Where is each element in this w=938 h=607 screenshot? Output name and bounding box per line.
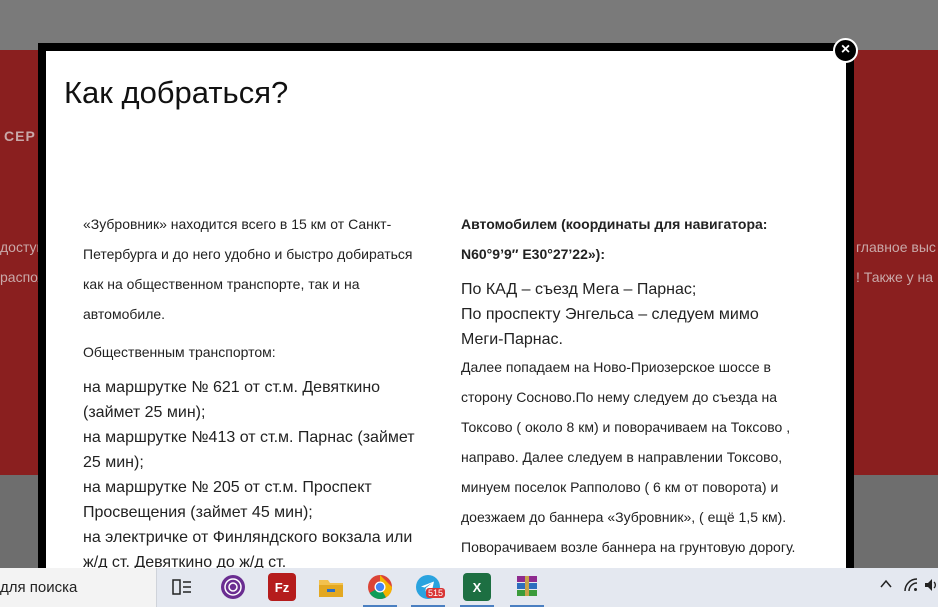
- taskbar-search-box[interactable]: для поиска: [0, 568, 157, 607]
- modal-content: Как добраться? «Зубровник» находится все…: [46, 51, 846, 583]
- route-item: на маршрутке №413 от ст.м. Парнас (займе…: [83, 429, 415, 471]
- file-explorer-icon[interactable]: [317, 573, 345, 601]
- background-text-right-1: главное выс: [856, 239, 936, 255]
- windows-taskbar: для поиска Fz 515 X: [0, 568, 938, 607]
- route-item: на маршрутке № 205 от ст.м. Проспект Про…: [83, 479, 372, 521]
- wifi-icon[interactable]: [903, 577, 919, 597]
- tor-browser-icon[interactable]: [219, 573, 247, 601]
- modal-title: Как добраться?: [64, 75, 289, 110]
- task-view-icon[interactable]: [168, 573, 196, 601]
- chrome-icon[interactable]: [366, 573, 394, 601]
- car-directions-column: Автомобилем (координаты для навигатора: …: [461, 209, 797, 562]
- car-directions-text: Далее попадаем на Ново-Приозерское шоссе…: [461, 359, 796, 555]
- car-heading: Автомобилем (координаты для навигатора: …: [461, 216, 768, 262]
- volume-icon[interactable]: [924, 577, 938, 597]
- close-button[interactable]: ×: [833, 38, 858, 63]
- winrar-icon[interactable]: [513, 573, 541, 601]
- public-transport-column: «Зубровник» находится всего в 15 км от С…: [83, 209, 419, 575]
- background-section-label: СЕР: [4, 128, 36, 144]
- route-item: на маршрутке № 621 от ст.м. Девяткино (з…: [83, 379, 381, 421]
- intro-text: «Зубровник» находится всего в 15 км от С…: [83, 216, 413, 322]
- transport-heading: Общественным транспортом:: [83, 344, 276, 360]
- excel-icon[interactable]: X: [463, 573, 491, 601]
- filezilla-icon[interactable]: Fz: [268, 573, 296, 601]
- chevron-up-icon[interactable]: [879, 577, 893, 595]
- search-placeholder: для поиска: [0, 579, 78, 596]
- excel-glyph: X: [472, 579, 482, 595]
- car-route-line: По проспекту Энгельса – следуем мимо Мег…: [461, 306, 759, 348]
- background-text-right-2: ! Также у на: [856, 269, 934, 285]
- directions-modal: Как добраться? «Зубровник» находится все…: [38, 43, 854, 583]
- telegram-unread-badge: 515: [426, 588, 446, 598]
- filezilla-glyph: Fz: [274, 579, 290, 595]
- car-route-line: По КАД – съезд Мега – Парнас;: [461, 281, 697, 298]
